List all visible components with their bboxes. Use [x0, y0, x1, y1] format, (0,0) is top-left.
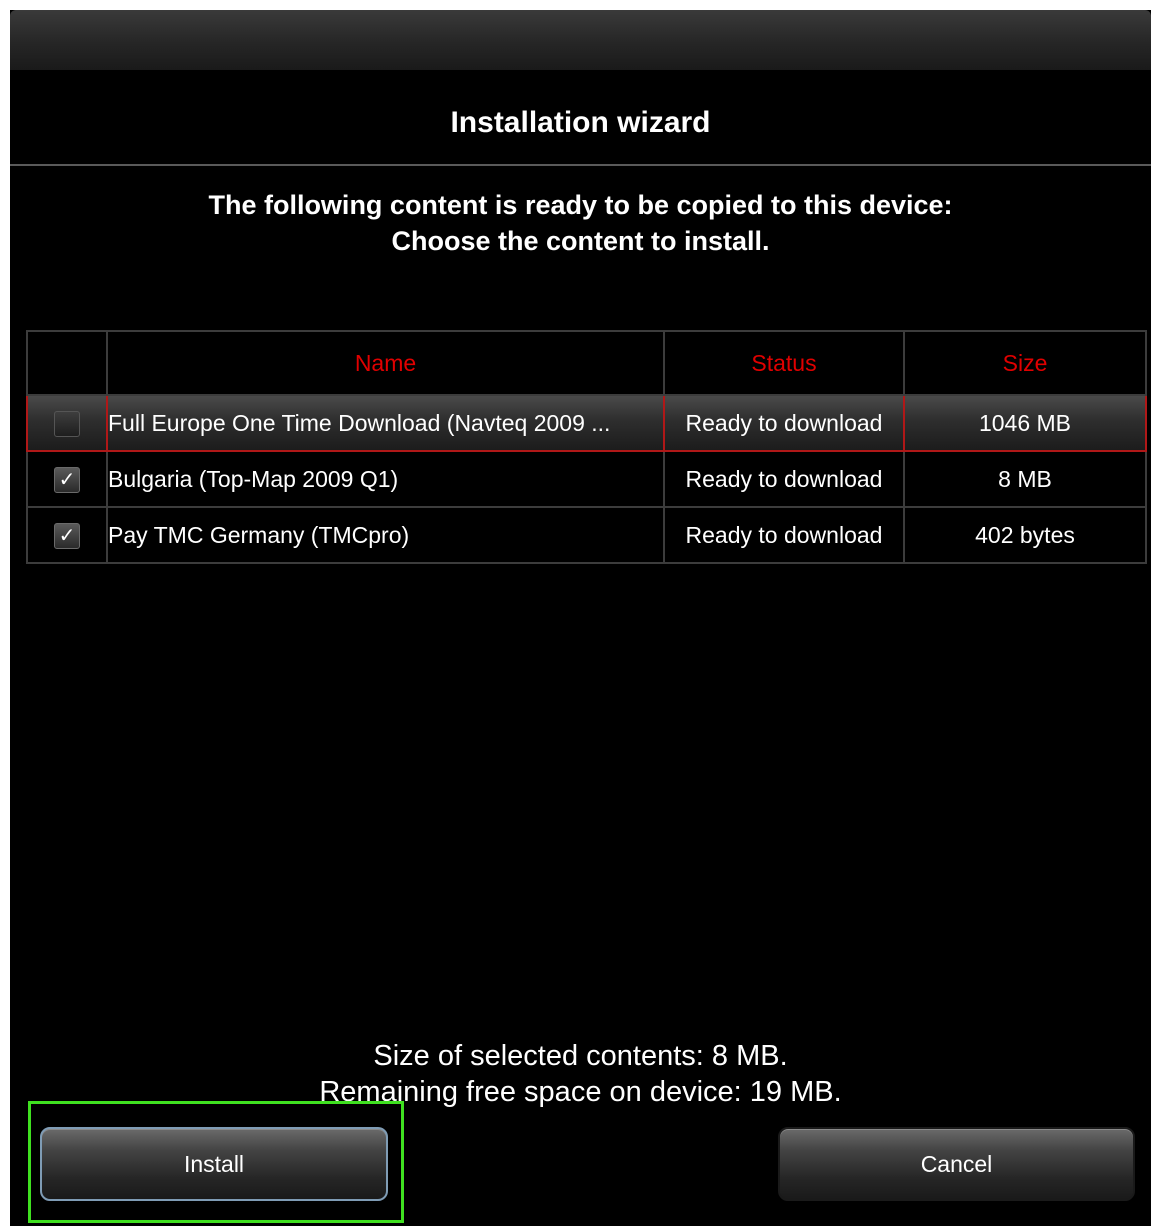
row-name[interactable]: Full Europe One Time Download (Navteq 20… [106, 394, 665, 452]
row-checkbox[interactable]: ✓ [54, 466, 80, 493]
column-header-select [26, 330, 108, 396]
install-button[interactable]: Install [40, 1127, 388, 1201]
column-header-status[interactable]: Status [663, 330, 905, 396]
row-size: 402 bytes [903, 506, 1147, 564]
free-space-text: Remaining free space on device: 19 MB. [319, 1076, 842, 1108]
row-status: Ready to download [663, 506, 905, 564]
row-name[interactable]: Bulgaria (Top-Map 2009 Q1) [106, 450, 665, 508]
table-header-row: Name Status Size [26, 330, 1147, 396]
row-status: Ready to download [663, 394, 905, 452]
row-size: 8 MB [903, 450, 1147, 508]
row-checkbox[interactable]: ✓ [54, 522, 80, 549]
table-row[interactable]: Full Europe One Time Download (Navteq 20… [26, 394, 1147, 452]
row-name[interactable]: Pay TMC Germany (TMCpro) [106, 506, 665, 564]
dialog-title: Installation wizard [450, 106, 711, 139]
title-bar [10, 10, 1151, 70]
row-checkbox-cell[interactable] [26, 394, 108, 452]
instruction-line-2: Choose the content to install. [391, 226, 770, 256]
column-header-size[interactable]: Size [903, 330, 1147, 396]
column-header-name[interactable]: Name [106, 330, 665, 396]
table-row[interactable]: ✓ Pay TMC Germany (TMCpro) Ready to down… [26, 506, 1147, 564]
instruction-text: The following content is ready to be cop… [10, 187, 1151, 259]
content-table: Name Status Size Full Europe One Time Do… [26, 330, 1147, 564]
row-checkbox-cell[interactable]: ✓ [26, 506, 108, 564]
row-status: Ready to download [663, 450, 905, 508]
selection-summary: Size of selected contents: 8 MB. Remaini… [10, 1038, 1151, 1110]
dialog-header: Installation wizard [10, 70, 1151, 166]
row-size: 1046 MB [903, 394, 1147, 452]
content-table-container: Name Status Size Full Europe One Time Do… [26, 330, 1147, 564]
table-row[interactable]: ✓ Bulgaria (Top-Map 2009 Q1) Ready to do… [26, 450, 1147, 508]
selected-size-text: Size of selected contents: 8 MB. [373, 1040, 788, 1072]
row-checkbox-cell[interactable]: ✓ [26, 450, 108, 508]
instruction-line-1: The following content is ready to be cop… [208, 190, 953, 220]
installation-wizard-window: Installation wizard The following conten… [10, 10, 1151, 1226]
row-checkbox[interactable] [54, 410, 80, 437]
cancel-button[interactable]: Cancel [778, 1127, 1135, 1201]
